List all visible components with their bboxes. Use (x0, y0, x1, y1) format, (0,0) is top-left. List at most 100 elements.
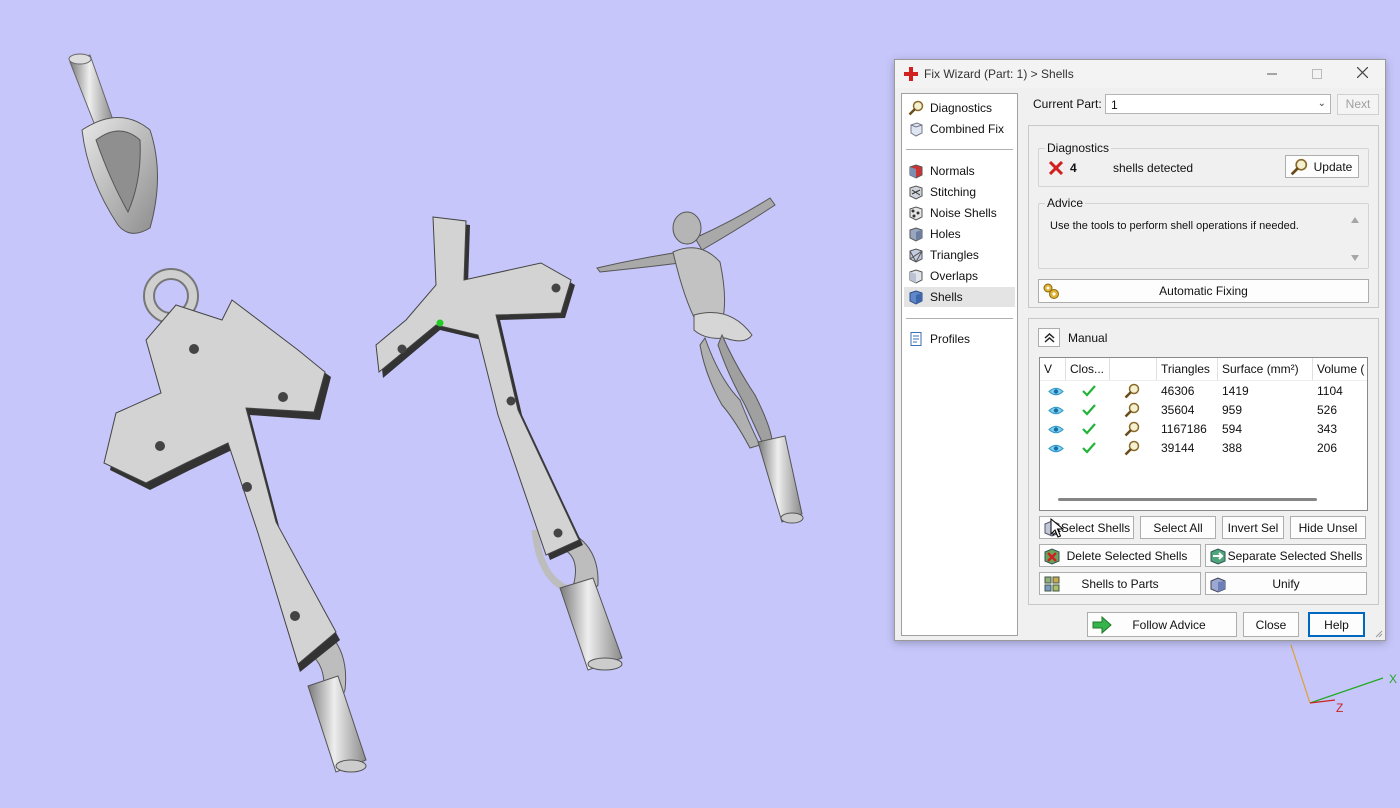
diagnostics-panel: Diagnostics 4 shells detected Update Adv… (1028, 125, 1379, 308)
column-header-zoom[interactable] (1110, 358, 1157, 380)
nav-label-noise-shells: Noise Shells (930, 206, 997, 220)
column-header-visible[interactable]: V (1040, 358, 1066, 380)
nav-item-stitching[interactable]: Stitching (904, 182, 1015, 202)
minimize-button[interactable] (1249, 60, 1295, 88)
column-header-closed[interactable]: Clos... (1066, 358, 1110, 380)
column-header-triangles[interactable]: Triangles (1157, 358, 1218, 380)
shells-table[interactable]: V Clos... Triangles Surface (mm²) Volume… (1039, 357, 1368, 511)
nav-item-overlaps[interactable]: Overlaps (904, 266, 1015, 286)
cross-shell-model-middle[interactable] (375, 216, 623, 671)
nav-item-profiles[interactable]: Profiles (904, 329, 1015, 349)
collapse-manual-button[interactable] (1038, 328, 1060, 347)
column-header-surface[interactable]: Surface (mm²) (1218, 358, 1313, 380)
dialog-title: Fix Wizard (Part: 1) > Shells (924, 67, 1074, 81)
shells-detected-text: shells detected (1113, 161, 1194, 175)
chevron-double-up-icon (1044, 332, 1055, 343)
green-check-icon (1082, 423, 1096, 435)
green-check-icon (1082, 404, 1096, 416)
cell-triangles: 35604 (1161, 403, 1195, 417)
table-row[interactable]: 35604 959 526 (1040, 401, 1367, 420)
eye-icon[interactable] (1048, 386, 1064, 397)
zoom-icon[interactable] (1124, 440, 1140, 456)
nav-divider (906, 318, 1013, 319)
automatic-fixing-label: Automatic Fixing (1159, 284, 1248, 298)
nav-item-triangles[interactable]: Triangles (904, 245, 1015, 265)
zoom-icon[interactable] (1124, 402, 1140, 418)
eye-icon[interactable] (1048, 443, 1064, 454)
resize-grip-icon[interactable] (1373, 628, 1383, 638)
manual-panel: Manual V Clos... Triangles Surface (mm²)… (1028, 318, 1379, 605)
nav-item-normals[interactable]: Normals (904, 161, 1015, 181)
select-all-button[interactable]: Select All (1140, 516, 1216, 539)
current-part-label: Current Part: (1033, 97, 1102, 111)
wizard-navigation: Diagnostics Combined Fix Normals Stitchi… (901, 93, 1018, 636)
follow-advice-label: Follow Advice (1132, 617, 1206, 632)
nav-label-normals: Normals (930, 164, 975, 178)
triangles-icon (909, 248, 923, 263)
close-button[interactable]: Close (1243, 612, 1299, 637)
column-header-volume[interactable]: Volume ( (1313, 358, 1367, 380)
nav-item-noise-shells[interactable]: Noise Shells (904, 203, 1015, 223)
cell-volume: 206 (1317, 441, 1338, 455)
nav-item-combined-fix[interactable]: Combined Fix (904, 119, 1015, 139)
shells-to-parts-button[interactable]: Shells to Parts (1039, 572, 1201, 595)
advice-text: Use the tools to perform shell operation… (1050, 220, 1299, 232)
chevron-down-icon: ⌄ (1317, 98, 1326, 109)
horizontal-scrollbar[interactable] (1058, 498, 1317, 501)
advice-group: Advice Use the tools to perform shell op… (1038, 196, 1369, 269)
corpus-figure-shell-model[interactable] (596, 197, 804, 524)
cell-triangles: 46306 (1161, 384, 1195, 398)
magnifier-icon (908, 100, 924, 116)
cross-shell-model-left[interactable] (103, 268, 367, 773)
cell-surface: 1419 (1222, 384, 1249, 398)
cell-surface: 388 (1222, 441, 1243, 455)
nav-label-profiles: Profiles (930, 332, 971, 346)
table-row[interactable]: 1167186 594 343 (1040, 420, 1367, 439)
close-icon (1356, 66, 1368, 79)
fix-wizard-dialog: Fix Wizard (Part: 1) > Shells Diagnostic… (894, 59, 1386, 641)
maximize-button[interactable] (1294, 60, 1340, 88)
axis-x-label: X (1389, 672, 1397, 686)
scroll-down-icon (1351, 255, 1359, 261)
automatic-fixing-button[interactable]: Automatic Fixing (1038, 279, 1369, 303)
maximize-icon (1312, 69, 1322, 79)
select-all-label: Select All (1153, 520, 1203, 535)
hide-unselected-button[interactable]: Hide Unsel (1290, 516, 1366, 539)
eye-icon[interactable] (1048, 405, 1064, 416)
invert-selection-button[interactable]: Invert Sel (1222, 516, 1284, 539)
bail-shell-model[interactable] (68, 53, 158, 234)
shells-icon (909, 290, 923, 305)
minimize-icon (1267, 73, 1277, 75)
separate-selected-shells-button[interactable]: Separate Selected Shells (1205, 544, 1367, 567)
normals-icon (909, 164, 923, 179)
nav-item-shells[interactable]: Shells (904, 287, 1015, 307)
next-button[interactable]: Next (1337, 94, 1379, 115)
title-bar[interactable]: Fix Wizard (Part: 1) > Shells (895, 60, 1385, 88)
zoom-icon[interactable] (1124, 421, 1140, 437)
nav-item-holes[interactable]: Holes (904, 224, 1015, 244)
diagnostics-group-title: Diagnostics (1045, 141, 1112, 155)
unify-button[interactable]: Unify (1205, 572, 1367, 595)
nav-item-diagnostics[interactable]: Diagnostics (904, 98, 1015, 118)
cell-volume: 526 (1317, 403, 1338, 417)
nav-label-shells: Shells (930, 290, 963, 304)
table-row[interactable]: 46306 1419 1104 (1040, 382, 1367, 401)
close-window-button[interactable] (1339, 60, 1385, 88)
eye-icon[interactable] (1048, 424, 1064, 435)
zoom-icon[interactable] (1124, 383, 1140, 399)
update-button[interactable]: Update (1285, 155, 1359, 178)
noise-shells-icon (909, 206, 923, 221)
help-button[interactable]: Help (1308, 612, 1365, 637)
advice-scrollbar[interactable] (1350, 216, 1360, 262)
cell-volume: 1104 (1317, 384, 1343, 398)
hide-unsel-label: Hide Unsel (1298, 520, 1358, 535)
delete-selected-shells-button[interactable]: Delete Selected Shells (1039, 544, 1201, 567)
stitching-icon (909, 185, 923, 200)
follow-advice-button[interactable]: Follow Advice (1087, 612, 1237, 637)
current-part-select[interactable]: 1 ⌄ (1105, 94, 1331, 114)
holes-icon (909, 227, 923, 242)
cell-triangles: 39144 (1161, 441, 1195, 455)
unify-label: Unify (1272, 576, 1300, 591)
table-row[interactable]: 39144 388 206 (1040, 439, 1367, 458)
update-label: Update (1313, 159, 1353, 174)
